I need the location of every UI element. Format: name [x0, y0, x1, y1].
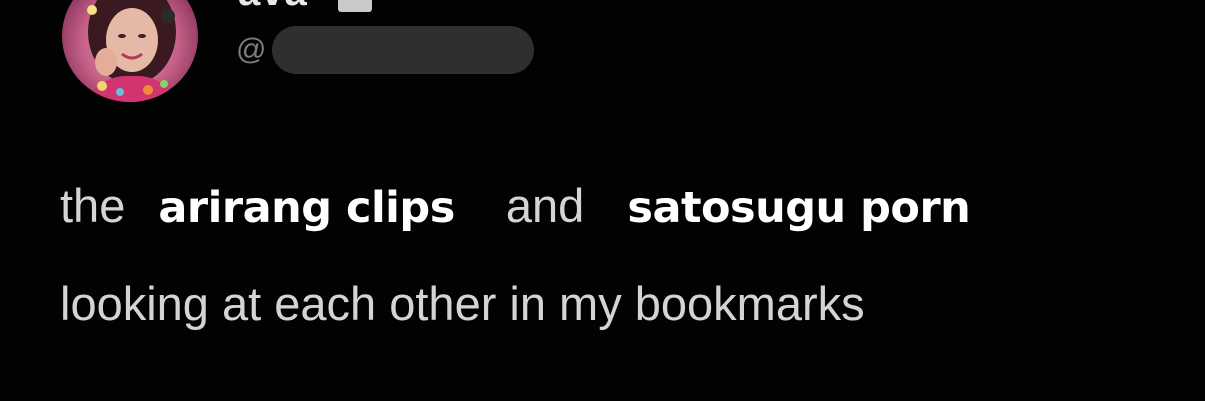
handle-at-sign: @ [236, 33, 267, 66]
handle[interactable]: @ [236, 26, 535, 74]
tweet-word-and: and [505, 179, 585, 232]
handle-redaction [272, 26, 535, 74]
badge-icon [338, 0, 372, 12]
tweet-screenshot: ava @ the arirang clips and satosugu por… [0, 0, 1205, 401]
tweet-line-1: the arirang clips and satosugu porn [60, 179, 971, 233]
profile-photo-icon [62, 0, 198, 102]
tweet-line-2: looking at each other in my bookmarks [60, 277, 865, 330]
caption-arirang-clips: arirang clips [158, 183, 455, 233]
display-name[interactable]: ava [238, 0, 308, 12]
caption-satosugu: satosugu porn [627, 183, 971, 233]
avatar[interactable] [62, 0, 198, 102]
tweet-word-the: the [60, 179, 126, 232]
